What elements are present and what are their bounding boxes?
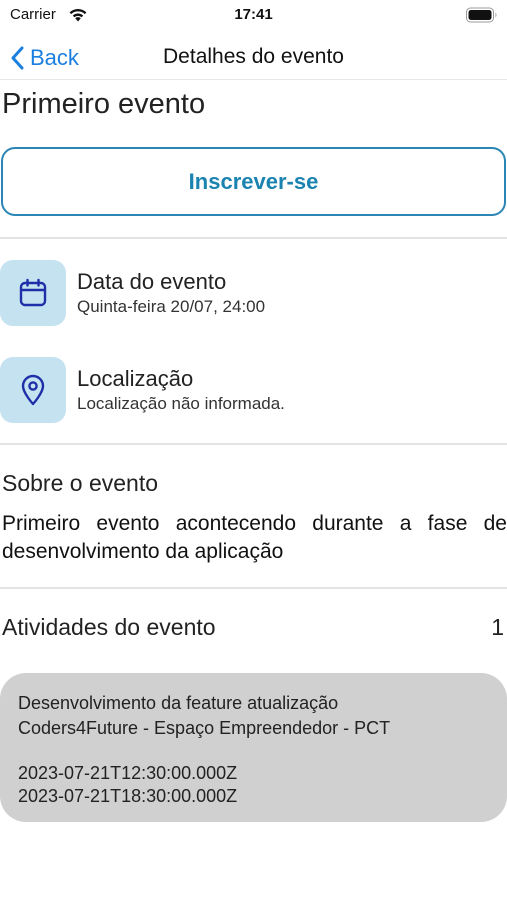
navigation-bar: Back Detalhes do evento <box>0 36 507 80</box>
activities-heading: Atividades do evento <box>2 614 216 640</box>
event-date-row: Data do evento Quinta-feira 20/07, 24:00 <box>0 260 507 326</box>
divider <box>0 587 507 589</box>
subscribe-button-label: Inscrever-se <box>188 168 319 194</box>
event-location-value: Localização não informada. <box>77 394 285 413</box>
about-heading: Sobre o evento <box>2 470 159 496</box>
event-location-row: Localização Localização não informada. <box>0 357 507 423</box>
location-pin-icon <box>0 357 66 423</box>
status-bar: Carrier 17:41 <box>0 0 507 30</box>
event-date-value: Quinta-feira 20/07, 24:00 <box>77 297 266 316</box>
divider <box>0 443 507 445</box>
subscribe-button[interactable]: Inscrever-se <box>1 147 506 216</box>
activity-end-time: 2023-07-21T18:30:00.000Z <box>18 786 238 806</box>
activity-title: Desenvolvimento da feature atualização <box>18 693 339 713</box>
battery-icon <box>466 7 498 28</box>
calendar-icon <box>0 260 66 326</box>
clock: 17:41 <box>234 6 273 23</box>
activity-start-time: 2023-07-21T12:30:00.000Z <box>18 763 238 783</box>
event-title: Primeiro evento <box>2 88 206 120</box>
divider <box>0 237 507 239</box>
page-title: Detalhes do evento <box>163 45 344 68</box>
event-date-title: Data do evento <box>77 269 227 294</box>
activities-count: 1 <box>491 614 504 640</box>
about-description: Primeiro evento acontecendo durante a fa… <box>2 512 507 563</box>
event-location-title: Localização <box>77 366 194 391</box>
activity-location: Coders4Future - Espaço Empreendedor - PC… <box>18 718 391 738</box>
activity-card[interactable]: Desenvolvimento da feature atualização C… <box>0 673 507 822</box>
